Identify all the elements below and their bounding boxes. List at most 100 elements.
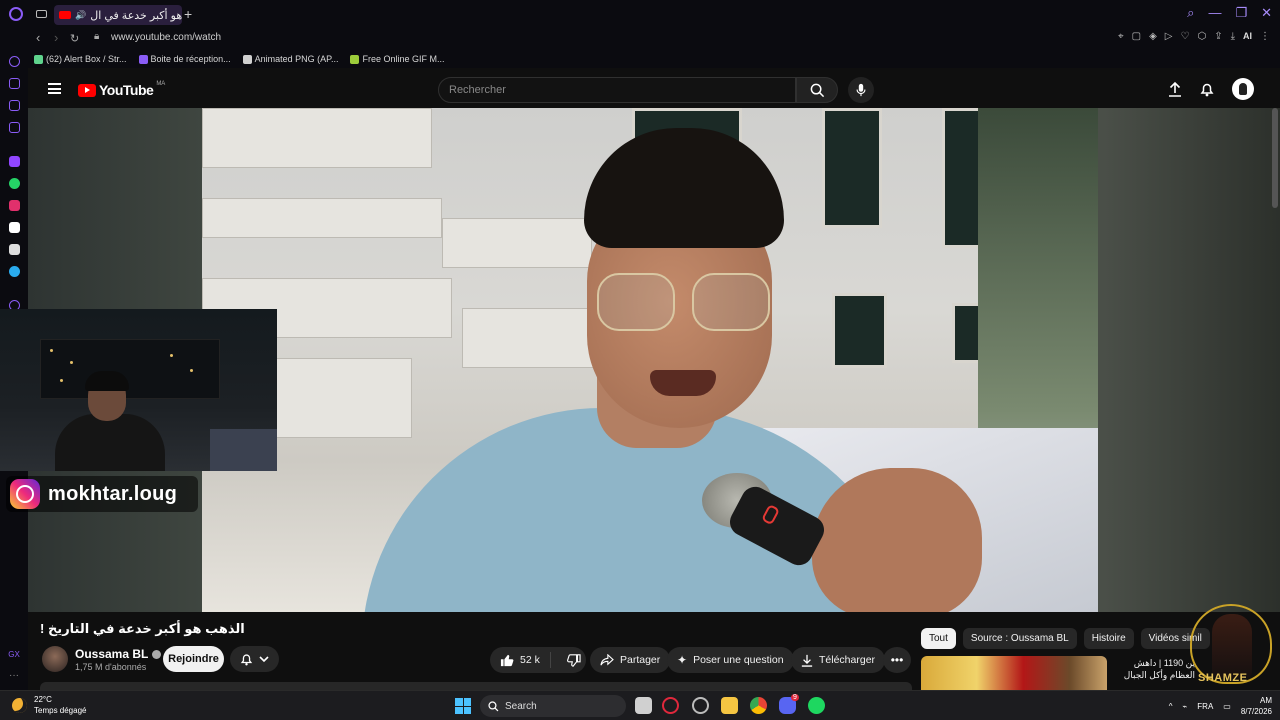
search-button[interactable]	[796, 77, 838, 103]
ask-question-button[interactable]: ✦ Poser une question	[667, 647, 794, 673]
gx-label: GX	[8, 650, 20, 659]
messenger-sidebar-icon[interactable]	[8, 122, 20, 133]
browser-tab-youtube[interactable]: 🔊 الذهب هو أكبر خدعة في ال	[54, 5, 182, 25]
youtube-play-icon	[78, 83, 96, 97]
search-icon	[810, 83, 824, 97]
pin-icon[interactable]: ⌖	[1118, 31, 1124, 42]
search-tabs-icon[interactable]: ⌕	[1187, 5, 1194, 21]
upload-icon[interactable]	[1168, 81, 1182, 97]
play-icon[interactable]: ▷	[1165, 31, 1173, 42]
reload-button[interactable]: ↻	[70, 32, 79, 45]
file-explorer-icon[interactable]	[721, 697, 738, 714]
streamer-avatar-overlay: SHAMZE	[1182, 598, 1280, 690]
lock-icon[interactable]: 🔒︎	[94, 31, 99, 42]
sidebar-more-icon[interactable]: ···	[9, 670, 19, 681]
discord-badge: 9	[791, 694, 799, 701]
bookmark-alert-box[interactable]: (62) Alert Box / Str...	[34, 54, 127, 64]
join-button[interactable]: Rejoindre	[163, 646, 224, 672]
subscription-bell-button[interactable]	[230, 646, 279, 672]
tab-audio-icon[interactable]: 🔊	[75, 10, 86, 21]
search-input[interactable]: Rechercher	[438, 77, 796, 103]
weather-widget[interactable]: 22°C Temps dégagé	[12, 694, 86, 716]
language-indicator[interactable]: FRA	[1197, 702, 1213, 711]
address-actions: ⌖ ▢ ◈ ▷ ♡ ⬡ ⇪ ⤓ AI ⋮	[1118, 31, 1270, 42]
tiktok-icon[interactable]	[8, 222, 20, 233]
chrome-icon[interactable]	[750, 697, 767, 714]
chevron-down-icon	[259, 656, 269, 663]
opera-gx-taskbar-icon[interactable]	[662, 697, 679, 714]
task-view-icon[interactable]	[635, 697, 652, 714]
start-button[interactable]	[455, 698, 471, 714]
download-button[interactable]: Télécharger	[791, 647, 886, 673]
taskbar-search[interactable]: Search	[480, 695, 626, 717]
video-player[interactable]	[202, 108, 1098, 612]
whatsapp-icon[interactable]	[8, 178, 20, 189]
shield-icon[interactable]: ◈	[1149, 31, 1157, 42]
back-button[interactable]: ‹	[36, 30, 40, 45]
workspaces-icon[interactable]	[36, 10, 47, 18]
thumbs-down-icon	[566, 653, 581, 667]
network-icon[interactable]: ⌁	[1182, 702, 1187, 711]
maximize-button[interactable]: ❐	[1235, 5, 1247, 21]
opera-gx-logo-icon[interactable]	[9, 7, 23, 21]
chip-history[interactable]: Histoire	[1083, 628, 1134, 649]
bell-icon	[240, 654, 253, 666]
notifications-bell-icon[interactable]	[1200, 81, 1214, 97]
system-tray: ^ ⌁ FRA ▭ AM 8/7/2026	[1169, 695, 1272, 717]
sparkle-icon: ✦	[677, 653, 688, 667]
dislike-button[interactable]	[557, 653, 591, 667]
ai-button[interactable]: AI	[1243, 31, 1252, 42]
voice-search-button[interactable]	[848, 77, 874, 103]
share-icon[interactable]: ⇪	[1214, 31, 1222, 42]
twitch-sidebar-icon[interactable]	[8, 100, 20, 111]
url-field[interactable]: www.youtube.com/watch	[111, 32, 221, 43]
app-taskbar-icon[interactable]	[692, 697, 709, 714]
address-bar: ‹ › ↻ 🔒︎ www.youtube.com/watch ⌖ ▢ ◈ ▷ ♡…	[0, 28, 1280, 50]
channel-avatar[interactable]	[42, 646, 68, 672]
share-arrow-icon	[600, 654, 614, 666]
tray-chevron-icon[interactable]: ^	[1169, 702, 1173, 711]
share-button[interactable]: Partager	[590, 647, 671, 673]
account-avatar[interactable]	[1232, 78, 1254, 100]
instagram-logo-icon	[10, 479, 40, 509]
instagram-icon[interactable]	[8, 200, 20, 211]
subscriber-count: 1,75 M d'abonnés	[75, 662, 147, 672]
youtube-logo[interactable]: YouTube MA	[78, 81, 165, 98]
bookmark-favicon-icon	[242, 54, 252, 64]
windows-taskbar: 22°C Temps dégagé Search 9 ^ ⌁ FRA ▭ AM …	[0, 690, 1280, 720]
menu-icon[interactable]: ⋮	[1260, 31, 1270, 42]
chip-all[interactable]: Tout	[921, 628, 956, 649]
heart-icon[interactable]: ♡	[1180, 31, 1189, 42]
new-tab-button[interactable]: +	[184, 6, 192, 22]
forward-button[interactable]: ›	[54, 30, 58, 45]
x-icon[interactable]	[8, 244, 20, 255]
bookmark-gif-maker[interactable]: Free Online GIF M...	[350, 54, 445, 64]
description-box[interactable]	[40, 682, 912, 690]
snapshot-icon[interactable]: ▢	[1132, 31, 1141, 42]
hamburger-menu-icon[interactable]	[48, 83, 61, 94]
extensions-icon[interactable]: ⬡	[1197, 31, 1206, 42]
close-window-button[interactable]: ✕	[1261, 5, 1272, 21]
verified-badge-icon	[152, 649, 162, 659]
more-actions-button[interactable]: •••	[883, 647, 911, 673]
bookmark-favicon-icon	[350, 54, 360, 64]
telegram-icon[interactable]	[8, 266, 20, 277]
video-title: الذهب هو أكبر خدعة في التاريخ !	[40, 621, 245, 636]
gx-control-icon[interactable]	[8, 56, 20, 67]
bookmark-animated-png[interactable]: Animated PNG (AP...	[242, 54, 338, 64]
clock[interactable]: AM 8/7/2026	[1241, 695, 1272, 717]
minimize-button[interactable]: —	[1208, 5, 1221, 21]
recommended-video-thumbnail[interactable]	[921, 656, 1107, 690]
channel-name[interactable]: Oussama BL	[75, 647, 162, 661]
display-icon[interactable]: ▭	[1223, 702, 1231, 711]
page-scrollbar[interactable]	[1272, 108, 1278, 208]
chip-source[interactable]: Source : Oussama BL	[962, 628, 1077, 649]
twitch-icon[interactable]	[8, 156, 20, 167]
bookmark-inbox[interactable]: Boite de réception...	[138, 54, 231, 64]
spotify-icon[interactable]	[808, 697, 825, 714]
like-button[interactable]: 52 k	[490, 652, 551, 668]
instagram-handle-overlay: mokhtar.loug	[6, 476, 198, 512]
gx-corner-icon[interactable]	[8, 78, 20, 89]
bookmark-favicon-icon	[34, 54, 43, 64]
download-icon[interactable]: ⤓	[1231, 31, 1235, 42]
